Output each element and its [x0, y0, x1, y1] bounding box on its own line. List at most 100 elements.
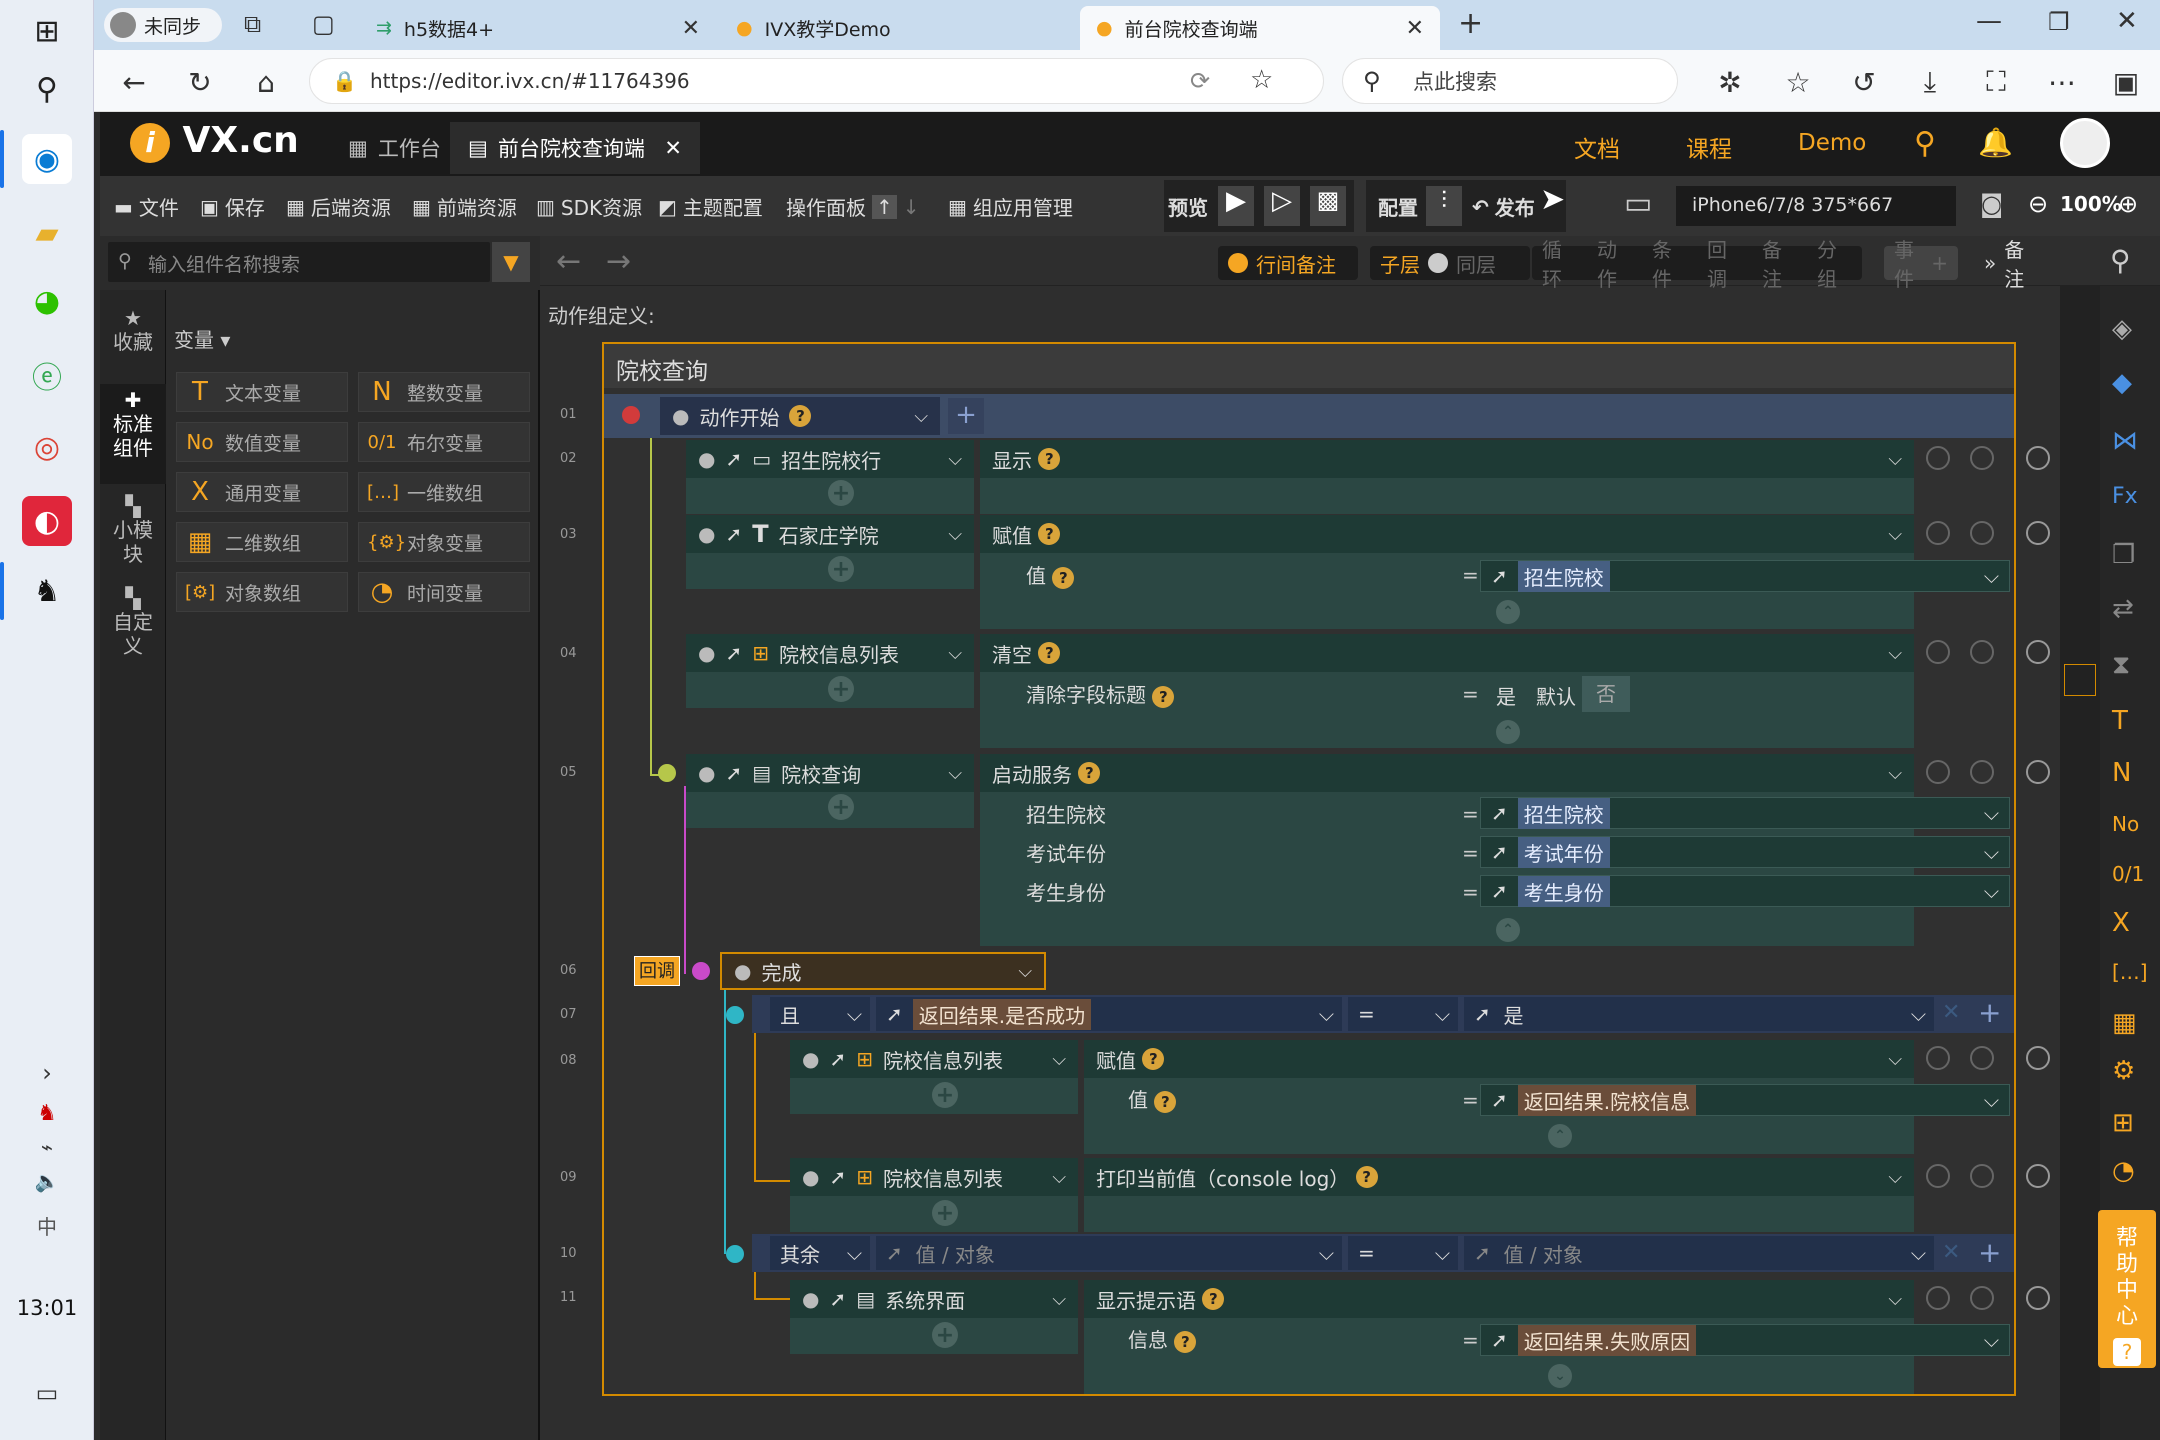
- help-icon[interactable]: ?: [1078, 762, 1101, 784]
- help-icon[interactable]: ?: [1174, 1331, 1197, 1353]
- component-院校查询[interactable]: ● ➚ ▤ 院校查询 ⌵: [686, 754, 974, 792]
- delete-condition-icon[interactable]: ✕: [1942, 1000, 1960, 1025]
- filter-icon[interactable]: ▼: [492, 242, 530, 282]
- restore-icon[interactable]: ❐: [2048, 8, 2070, 36]
- tab-workbench[interactable]: ▦ 工作台: [330, 122, 459, 174]
- help-center-button[interactable]: 帮助中心 ?: [2098, 1210, 2156, 1368]
- collapse-up-icon[interactable]: ⌃: [1496, 600, 1520, 624]
- nav-standard-components[interactable]: ✚ 标准组件: [100, 384, 166, 484]
- chevron-down-icon[interactable]: ⌵: [948, 449, 962, 470]
- profile-button[interactable]: 未同步: [104, 8, 222, 42]
- play-icon[interactable]: ▶: [1218, 186, 1254, 226]
- bell-icon[interactable]: 🔔: [1978, 126, 2013, 159]
- add-icon[interactable]: +: [828, 794, 854, 820]
- favorite-star-icon[interactable]: ☆: [1250, 65, 1273, 95]
- condition-right-field[interactable]: ➚ 值 / 对象 ⌵: [1464, 1236, 1934, 1270]
- var-generic[interactable]: X 通用变量: [176, 472, 348, 512]
- sync-icon[interactable]: [1926, 760, 1950, 784]
- chat-icon[interactable]: ◆: [2112, 368, 2132, 398]
- var-text[interactable]: T 文本变量: [176, 372, 348, 412]
- download-icon[interactable]: ⤓: [1910, 62, 1950, 102]
- clock-icon[interactable]: [1970, 521, 1994, 545]
- note-panel-button[interactable]: » 备注: [1974, 238, 2054, 291]
- translate-icon[interactable]: ⟳: [1190, 67, 1210, 95]
- app-icon[interactable]: ◐: [22, 496, 72, 546]
- note-option[interactable]: 备注: [1762, 234, 1797, 292]
- clock[interactable]: 13:01: [0, 1296, 94, 1320]
- collections-icon[interactable]: ⧉: [244, 10, 261, 38]
- close-tab-icon[interactable]: ✕: [682, 16, 700, 41]
- add-icon[interactable]: +: [932, 1322, 958, 1348]
- browser-search-box[interactable]: ⚲ 点此搜索: [1342, 58, 1678, 104]
- demo-link[interactable]: Demo: [1798, 130, 1866, 156]
- help-icon[interactable]: ?: [1154, 1091, 1177, 1113]
- var-boolean[interactable]: 0/1 布尔变量: [358, 422, 530, 462]
- var-array-1d[interactable]: […] 一维数组: [358, 472, 530, 512]
- collapse-toggle[interactable]: [726, 1006, 744, 1024]
- var-array-2d[interactable]: ▦ 二维数组: [176, 522, 348, 562]
- collapse-up-icon[interactable]: ⌄: [1548, 1364, 1572, 1388]
- matrix-var-icon[interactable]: ▦: [2112, 1008, 2137, 1038]
- ime-icon[interactable]: 中: [22, 1200, 72, 1250]
- target-icon[interactable]: [2026, 640, 2050, 664]
- clock-icon[interactable]: [1970, 446, 1994, 470]
- chevron-down-icon[interactable]: ⌵: [1052, 1289, 1066, 1310]
- component-院校信息列表[interactable]: ● ➚ ⊞ 院校信息列表 ⌵: [686, 634, 974, 672]
- chevron-down-icon[interactable]: ⌵: [1888, 1049, 1902, 1070]
- qrcode-icon[interactable]: ▩: [1310, 186, 1346, 226]
- help-icon[interactable]: ?: [1202, 1288, 1225, 1310]
- text-var-icon[interactable]: T: [2112, 706, 2128, 736]
- var-object[interactable]: {⚙} 对象变量: [358, 522, 530, 562]
- windows-start-icon[interactable]: ⊞: [22, 6, 72, 56]
- arrow-up-icon[interactable]: ↑: [872, 194, 897, 219]
- favorites-icon[interactable]: ☆: [1778, 62, 1818, 102]
- send-icon[interactable]: ➤: [1540, 182, 1565, 217]
- chevron-down-icon[interactable]: ⌵: [1888, 643, 1902, 664]
- action-show[interactable]: 显示 ? ⌵: [980, 440, 1914, 478]
- var-object-array[interactable]: [⚙] 对象数组: [176, 572, 348, 612]
- condition-compare-select[interactable]: = ⌵: [1348, 997, 1458, 1031]
- sync-icon[interactable]: [1926, 1046, 1950, 1070]
- callback-option[interactable]: 回调: [1707, 234, 1742, 292]
- chevron-down-icon[interactable]: ⌵: [914, 406, 928, 427]
- loop-option[interactable]: 循环: [1542, 234, 1577, 292]
- var-number[interactable]: No 数值变量: [176, 422, 348, 462]
- nav-small-modules[interactable]: ▚ 小模块: [100, 494, 166, 566]
- component-招生院校行[interactable]: ● ➚ ▭ 招生院校行 ⌵: [686, 440, 974, 478]
- chevron-down-icon[interactable]: ⌵: [1888, 524, 1902, 545]
- save-button[interactable]: ▣ 保存: [200, 192, 265, 221]
- more-icon[interactable]: ⋯: [2042, 62, 2082, 102]
- help-icon[interactable]: ?: [1355, 1166, 1378, 1188]
- group-option[interactable]: 分组: [1817, 234, 1852, 292]
- var-section-header[interactable]: 变量 ▾: [174, 324, 230, 353]
- sync-icon[interactable]: [1926, 640, 1950, 664]
- theme-config-button[interactable]: ◩ 主题配置: [658, 192, 763, 221]
- chrome-icon[interactable]: ◎: [22, 422, 72, 472]
- chevron-down-icon[interactable]: ⌵: [1888, 1289, 1902, 1310]
- clock-icon[interactable]: [1970, 1164, 1994, 1188]
- copy-icon[interactable]: ❐: [2112, 540, 2135, 570]
- action-clear[interactable]: 清空 ? ⌵: [980, 634, 1914, 672]
- history-icon[interactable]: ↺: [1844, 62, 1884, 102]
- add-icon[interactable]: +: [828, 676, 854, 702]
- condition-operator-select[interactable]: 且 ⌵: [770, 997, 870, 1031]
- child-same-toggle[interactable]: 子层 同层: [1370, 246, 1530, 280]
- sdk-resources-button[interactable]: ▥ SDK资源: [536, 192, 642, 221]
- target-icon[interactable]: [2026, 760, 2050, 784]
- var-integer[interactable]: N 整数变量: [358, 372, 530, 412]
- action-start-service[interactable]: 启动服务 ? ⌵: [980, 754, 1914, 792]
- clock-icon[interactable]: [1970, 760, 1994, 784]
- tab-actions-icon[interactable]: ▢: [312, 10, 335, 38]
- help-icon[interactable]: ?: [1038, 448, 1061, 470]
- wechat-icon[interactable]: ◕: [22, 276, 72, 326]
- action-assign[interactable]: 赋值 ? ⌵: [1084, 1040, 1914, 1078]
- component-院校信息列表-assign[interactable]: ● ➚ ⊞ 院校信息列表 ⌵: [790, 1040, 1078, 1078]
- add-event-button[interactable]: 事件 +: [1884, 238, 1958, 291]
- flow-icon[interactable]: ⋈: [2112, 426, 2138, 456]
- chevron-down-icon[interactable]: ⌵: [1888, 449, 1902, 470]
- action-start-node[interactable]: ● 动作开始? ⌵: [660, 397, 940, 435]
- collapse-up-icon[interactable]: ⌃: [1496, 918, 1520, 942]
- action-group-title[interactable]: 院校查询: [604, 344, 2014, 388]
- collapse-toggle[interactable]: [692, 962, 710, 980]
- condition-compare-select[interactable]: = ⌵: [1348, 1236, 1458, 1270]
